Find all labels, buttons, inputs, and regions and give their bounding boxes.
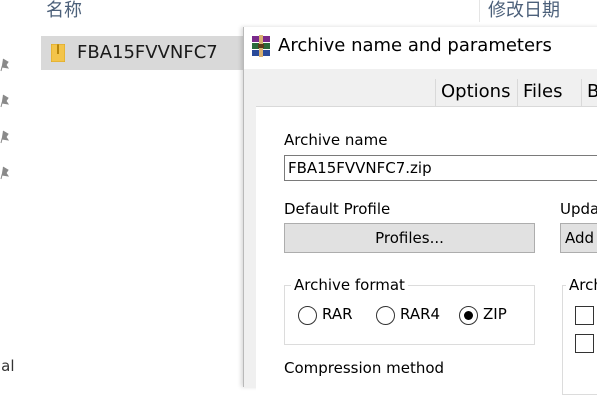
file-name: FBA15FVVNFC7	[77, 42, 218, 63]
column-divider[interactable]	[479, 0, 480, 22]
format-rar-label: RAR	[322, 305, 353, 323]
winrar-icon	[249, 35, 273, 57]
column-header-name[interactable]: 名称	[46, 0, 82, 22]
zip-folder-icon	[50, 43, 66, 63]
tab-backup[interactable]: B	[581, 79, 597, 107]
compression-method-label: Compression method	[284, 359, 445, 377]
navigation-pane: ial	[0, 0, 16, 376]
archive-name-label: Archive name	[284, 131, 388, 149]
profiles-button[interactable]: Profiles...	[284, 223, 535, 253]
default-profile-label: Default Profile	[284, 200, 391, 218]
update-mode-label: Upda	[560, 200, 597, 218]
archiving-options-label: Arch	[566, 276, 597, 294]
column-header-date[interactable]: 修改日期	[488, 0, 560, 22]
nav-item-label[interactable]: ial	[0, 357, 15, 375]
archive-dialog: Archive name and parameters Options File…	[243, 27, 597, 397]
dialog-titlebar[interactable]: Archive name and parameters	[244, 27, 597, 69]
pin-icon[interactable]	[0, 58, 10, 72]
radio-button[interactable]	[376, 306, 395, 325]
update-mode-dropdown[interactable]: Add	[560, 223, 597, 253]
format-rar4-label: RAR4	[400, 305, 441, 323]
tab-options[interactable]: Options	[435, 79, 514, 107]
archive-format-label: Archive format	[291, 276, 408, 294]
format-zip-label: ZIP	[483, 305, 507, 323]
dialog-title: Archive name and parameters	[278, 35, 552, 56]
radio-button[interactable]	[298, 306, 317, 325]
pin-icon[interactable]	[0, 130, 10, 144]
pin-icon[interactable]	[0, 94, 10, 108]
radio-button-selected[interactable]	[459, 306, 478, 325]
option-checkbox[interactable]	[575, 334, 594, 353]
option-checkbox[interactable]	[575, 306, 594, 325]
tab-strip: Options Files B	[244, 69, 597, 107]
file-row[interactable]: FBA15FVVNFC7	[41, 36, 248, 70]
pin-icon[interactable]	[0, 166, 10, 180]
archive-name-field[interactable]	[284, 155, 597, 181]
tab-files[interactable]: Files	[517, 79, 567, 107]
